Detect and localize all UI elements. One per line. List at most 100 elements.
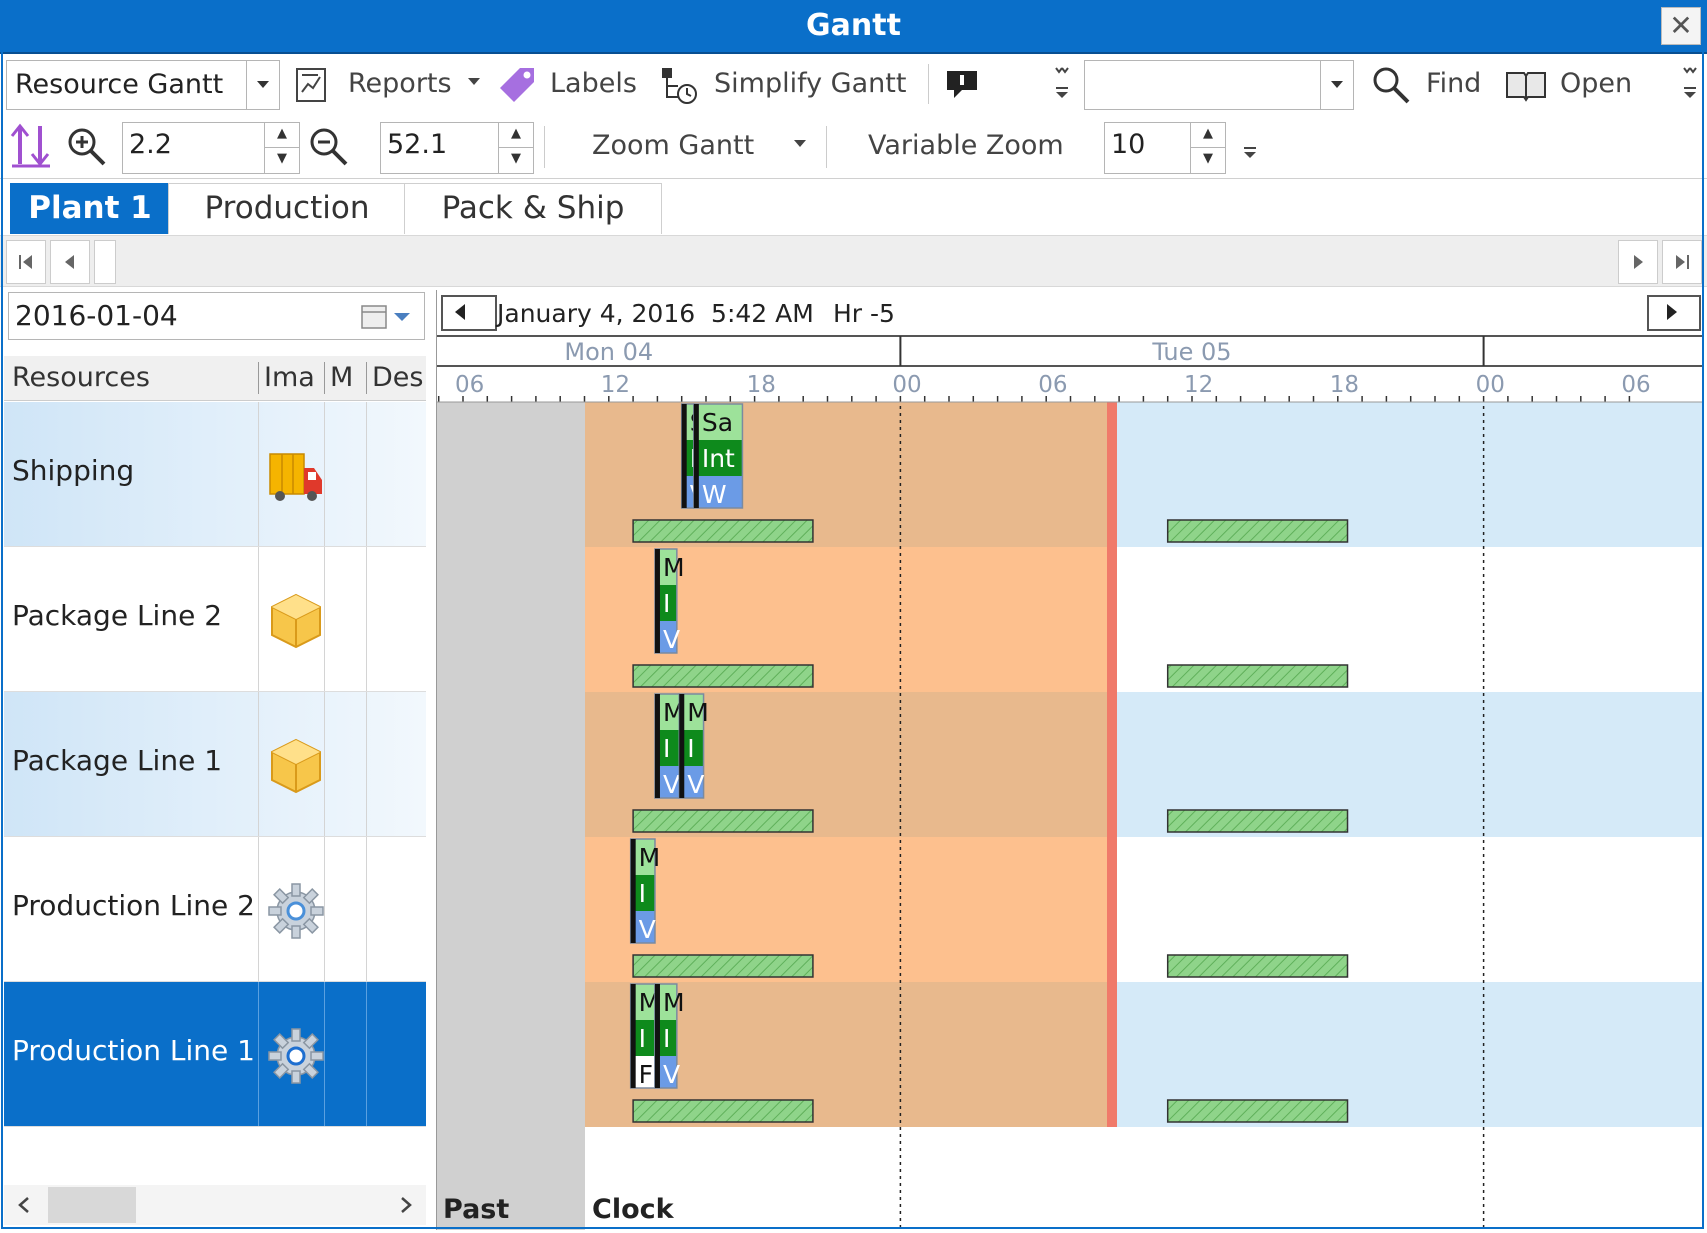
find-label: Find [1426,68,1482,99]
comment-alert-icon[interactable] [944,68,980,102]
tab-pack-ship[interactable]: Pack & Ship [404,183,662,234]
frozen-boundary-line [1107,402,1117,1127]
skip-first-icon [19,255,32,269]
resource-row-package-line-1[interactable]: Package Line 1 [4,692,426,837]
chevron-down-icon [468,78,480,85]
activity-label: I [639,879,646,908]
clock-prev-button[interactable] [441,295,497,331]
calendar-capacity-bar [1166,664,1349,688]
activity-label: V [639,915,656,944]
past-region [437,402,585,1230]
gear-icon [268,883,324,939]
chevron-left-icon [65,255,74,269]
scrollbar-thumb[interactable] [48,1187,136,1223]
toolbar-overflow-icon[interactable] [1680,64,1700,104]
sort-vertical-icon[interactable] [8,122,54,168]
resource-row-package-line-2[interactable]: Package Line 2 [4,547,426,692]
zoom-gantt-button[interactable]: Zoom Gantt [580,124,816,168]
activity-start-marker [630,839,636,943]
hour-label: 12 [1184,372,1213,398]
activity-label: M [639,843,661,872]
column-header-image[interactable]: Ima [264,362,322,393]
hierarchy-icon [662,68,697,104]
tab-scroll-thumb[interactable] [94,240,116,284]
resource-name: Shipping [12,454,135,487]
next-page-button[interactable] [1618,240,1658,284]
resource-row-shipping[interactable]: Shipping [4,402,426,547]
chevron-right-icon [1634,255,1643,269]
calendar-icon[interactable] [360,303,412,331]
activity-start-marker [654,984,660,1088]
toolbar-overflow-icon[interactable] [1240,142,1260,166]
date-picker[interactable]: 2016-01-04 [8,292,425,340]
activity-label: I [663,734,670,763]
zoom-out-icon[interactable] [306,124,350,168]
column-header-m[interactable]: M [330,362,362,393]
chevron-right-icon[interactable] [396,1195,416,1215]
calendar-capacity-bar [632,809,814,833]
reports-button[interactable]: Reports [290,60,486,108]
spin-down-icon[interactable]: ▼ [265,148,299,173]
resource-row-production-line-2[interactable]: Production Line 2 [4,837,426,982]
gantt-footer-clock: Clock [592,1194,675,1225]
simplify-gantt-button[interactable]: Simplify Gantt [656,60,918,108]
activity-label: V [663,770,680,799]
activity-label: Sa [702,408,733,437]
resource-name: Package Line 2 [12,599,223,632]
spin-up-icon[interactable]: ▲ [265,123,299,148]
close-button[interactable]: ✕ [1661,7,1701,45]
book-icon [1506,72,1546,102]
last-page-button[interactable] [1662,240,1702,284]
calendar-capacity-bar [1166,809,1349,833]
zoom-in-value: 2.2 [129,129,172,160]
previous-page-button[interactable] [50,240,90,284]
variable-zoom-stepper[interactable]: 10 ▲ ▼ [1104,122,1226,174]
labels-button[interactable]: Labels [492,60,642,108]
gantt-chart[interactable]: SIVSaIntWMIVMIVMIVMIVMIFMIV January 4, 2… [436,290,1703,1230]
search-select[interactable] [1084,60,1354,110]
zoom-in-stepper[interactable]: 2.2 ▲ ▼ [122,122,300,174]
resource-name: Production Line 2 [12,889,255,922]
open-button[interactable]: Open [1500,60,1642,108]
day-label: Mon 04 [564,338,653,366]
simplify-gantt-label: Simplify Gantt [714,68,907,99]
chevron-down-icon [794,140,806,147]
column-header-description[interactable]: Des [372,362,426,393]
spin-down-icon[interactable]: ▼ [499,148,533,173]
toolbar-separator [928,64,929,104]
hour-label: 00 [1476,372,1505,398]
labels-label: Labels [550,68,637,99]
zoom-in-icon[interactable] [64,124,108,168]
spin-up-icon[interactable]: ▲ [499,123,533,148]
gantt-footer-past: Past [443,1194,509,1225]
zoom-gantt-label: Zoom Gantt [592,130,755,161]
spin-up-icon[interactable]: ▲ [1191,123,1225,148]
resource-grid-scrollbar[interactable] [4,1185,426,1225]
view-select[interactable]: Resource Gantt [6,60,280,110]
zoom-out-stepper[interactable]: 52.1 ▲ ▼ [380,122,534,174]
tab-production[interactable]: Production [168,183,406,234]
activity-label: M [687,698,709,727]
toolbar-separator [826,126,827,168]
column-header-resources[interactable]: Resources [12,362,234,393]
resource-row-production-line-1[interactable]: Production Line 1 [4,982,426,1127]
calendar-capacity-bar [632,954,814,978]
toolbar-overflow-icon[interactable] [1052,64,1072,104]
spin-down-icon[interactable]: ▼ [1191,148,1225,173]
calendar-capacity-bar [632,664,814,688]
hour-label: 06 [455,372,484,398]
variable-zoom-value: 10 [1111,129,1146,160]
find-button[interactable]: Find [1368,60,1486,108]
activity-start-marker [679,694,685,798]
hour-label: 06 [1621,372,1650,398]
tab-plant-1[interactable]: Plant 1 [10,183,170,234]
activity-block[interactable]: Sa Int W [693,403,744,509]
gantt-timezone-text: Hr -5 [833,299,895,328]
clock-next-button[interactable] [1647,295,1701,331]
gantt-canvas[interactable]: SIVSaIntWMIVMIVMIVMIVMIFMIV January 4, 2… [437,290,1703,1230]
chevron-left-icon[interactable] [14,1195,34,1215]
calendar-capacity-bar [1166,519,1349,543]
activity-label: V [687,770,704,799]
day-label: Tue 05 [1151,338,1231,366]
first-page-button[interactable] [6,240,46,284]
